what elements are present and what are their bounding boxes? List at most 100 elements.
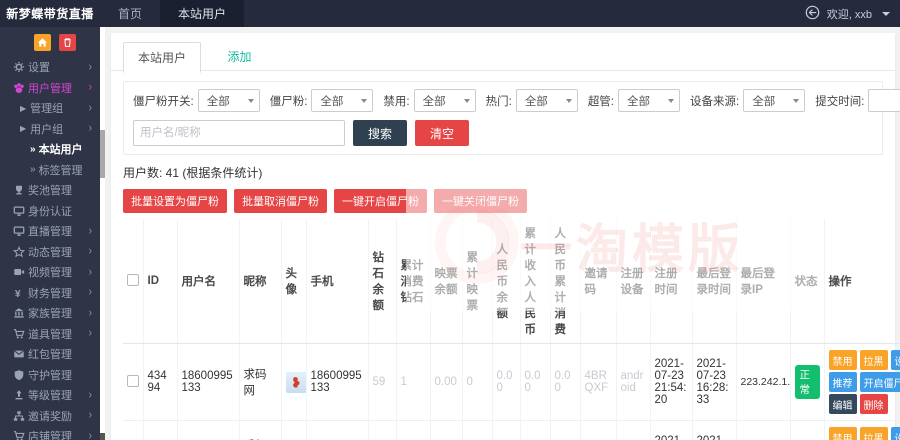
select-all-checkbox[interactable] xyxy=(127,274,139,286)
chevron-right-icon: › xyxy=(89,286,92,299)
clear-button[interactable]: 清空 xyxy=(415,120,469,146)
status-badge: 正常 xyxy=(795,365,820,399)
batch-button-2[interactable]: 一键开启僵尸粉 xyxy=(334,189,427,213)
action-button-开启僵尸粉[interactable]: 开启僵尸粉 xyxy=(860,372,900,392)
cell-ticket_total: 0 xyxy=(462,344,492,421)
cell-rmb_spent: 0.00 xyxy=(550,344,580,421)
sidebar-item-奖池管理[interactable]: 奖池管理 xyxy=(0,180,100,201)
filter-label-1: 僵尸粉: xyxy=(270,93,308,109)
filter-select-1[interactable]: 全部 xyxy=(311,89,373,112)
cell-diamond: 10 xyxy=(368,421,396,440)
chevron-right-icon: › xyxy=(89,245,92,258)
action-button-推荐[interactable]: 推荐 xyxy=(829,372,857,392)
cell-actions: 禁用拉黑设置超管取消热门推荐开启僵尸粉设置为僵尸粉编辑删除 xyxy=(824,421,900,440)
sidebar-item-label: 道具管理 xyxy=(28,326,89,342)
app-logo: 新梦蝶带货直播 xyxy=(0,0,100,27)
gear-icon xyxy=(13,61,28,73)
col-header-用户名: 用户名 xyxy=(177,219,239,344)
tab-site-users[interactable]: 本站用户 xyxy=(123,42,201,73)
filter-select-3[interactable]: 全部 xyxy=(516,89,578,112)
sidebar-item-视频管理[interactable]: 视频管理› xyxy=(0,262,100,283)
sidebar-item-动态管理[interactable]: 动态管理› xyxy=(0,242,100,263)
sidebar-item-设置[interactable]: 设置› xyxy=(0,57,100,78)
sidebar-item-等级管理[interactable]: 等级管理› xyxy=(0,385,100,406)
action-button-设置超管[interactable]: 设置超管 xyxy=(891,427,900,440)
filter-label-5: 设备来源: xyxy=(690,93,739,109)
action-button-删除[interactable]: 删除 xyxy=(860,394,888,414)
sidebar-item-家族管理[interactable]: 家族管理› xyxy=(0,303,100,324)
action-button-禁用[interactable]: 禁用 xyxy=(829,427,857,440)
search-button[interactable]: 搜索 xyxy=(353,120,407,146)
filter-select-2[interactable]: 全部 xyxy=(414,89,476,112)
topbar-user-area[interactable]: 欢迎, xxb xyxy=(805,0,890,27)
shield-icon xyxy=(13,369,28,381)
action-button-编辑[interactable]: 编辑 xyxy=(829,394,857,414)
sidebar-item-邀请奖励[interactable]: 邀请奖励› xyxy=(0,406,100,427)
col-header-ID: ID xyxy=(143,219,177,344)
sidebar-item-财务管理[interactable]: ¥财务管理› xyxy=(0,283,100,304)
sidebar-scrollbar[interactable] xyxy=(100,27,105,440)
sidebar-item-label: 守护管理 xyxy=(28,367,92,383)
time-from-input[interactable] xyxy=(868,89,900,112)
action-line-2: 编辑删除 xyxy=(829,394,900,414)
cart-icon xyxy=(13,328,28,340)
fullscreen-icon[interactable] xyxy=(805,5,820,23)
action-button-拉黑[interactable]: 拉黑 xyxy=(860,350,888,370)
row-checkbox[interactable] xyxy=(127,375,139,387)
cell-login_ip: 223.242.1.115 xyxy=(736,344,790,421)
cell-avatar xyxy=(281,421,306,440)
bank-icon xyxy=(13,307,28,319)
sidebar-item-label: 家族管理 xyxy=(28,305,89,321)
sidebar-item-道具管理[interactable]: 道具管理› xyxy=(0,324,100,345)
username-search-input[interactable] xyxy=(133,120,345,146)
caret-icon: ▶ xyxy=(20,104,26,113)
main-content: 本站用户 添加 僵尸粉开关:全部僵尸粉:全部禁用:全部热门:全部超管:全部设备来… xyxy=(105,27,900,440)
header-checkbox-cell xyxy=(123,219,143,344)
action-button-拉黑[interactable]: 拉黑 xyxy=(860,427,888,440)
action-button-设置超管[interactable]: 设置超管 xyxy=(891,350,900,370)
sidebar-item-用户组[interactable]: ▶用户组› xyxy=(0,119,100,140)
user-count-text: 用户数: 41 (根据条件统计) xyxy=(123,164,883,181)
filter-select-0[interactable]: 全部 xyxy=(198,89,260,112)
sidebar-item-用户管理[interactable]: 用户管理› xyxy=(0,78,100,99)
sidebar-item-管理组[interactable]: ▶管理组› xyxy=(0,98,100,119)
sidebar-item-身份认证[interactable]: 身份认证 xyxy=(0,201,100,222)
filter-select-4[interactable]: 全部 xyxy=(618,89,680,112)
sidebar-item-label: 奖池管理 xyxy=(28,182,92,198)
cell-ticket: 0.00 xyxy=(430,344,462,421)
cell-invite_code: 0QCEQ4 xyxy=(580,421,616,440)
batch-button-1[interactable]: 批量取消僵尸粉 xyxy=(234,189,327,213)
filter-select-5[interactable]: 全部 xyxy=(743,89,805,112)
chevron-right-icon: › xyxy=(89,430,92,440)
sidebar-item-直播管理[interactable]: 直播管理› xyxy=(0,221,100,242)
sidebar-item-label: 用户管理 xyxy=(28,80,89,96)
col-header-注册时间: 注册时间 xyxy=(650,219,692,344)
tab-add[interactable]: 添加 xyxy=(227,48,251,65)
row-actions: 禁用拉黑设置超管取消热门推荐开启僵尸粉设置为僵尸粉编辑删除 xyxy=(829,350,900,414)
welcome-text[interactable]: 欢迎, xxb xyxy=(827,6,872,22)
row-checkbox-cell xyxy=(123,344,143,421)
cell-username: 18600995133 xyxy=(177,344,239,421)
chevron-right-icon: › xyxy=(89,61,92,74)
sidebar-item-店铺管理[interactable]: 店铺管理› xyxy=(0,426,100,440)
cell-reg_time: 2021-06-24 14:02:48 xyxy=(650,421,692,440)
trash-button[interactable] xyxy=(59,34,76,51)
sidebar-item-守护管理[interactable]: 守护管理 xyxy=(0,365,100,386)
table-body: 4349418600995133求码网186009951335910.0000.… xyxy=(123,344,900,440)
cell-diamond_spent: 1 xyxy=(396,344,430,421)
sidebar-item-红包管理[interactable]: 红包管理 xyxy=(0,344,100,365)
topbar-tab-首页[interactable]: 首页 xyxy=(100,0,160,27)
sidebar-item-本站用户[interactable]: »本站用户 xyxy=(0,139,100,160)
trophy-icon xyxy=(13,184,28,196)
scrollbar-thumb[interactable] xyxy=(100,130,105,178)
sidebar-item-label: 财务管理 xyxy=(28,285,89,301)
row-checkbox-cell xyxy=(123,421,143,440)
paw-icon xyxy=(13,82,28,94)
topbar-tab-本站用户[interactable]: 本站用户 xyxy=(160,0,244,27)
batch-button-3[interactable]: 一键关闭僵尸粉 xyxy=(434,189,527,213)
sidebar-item-标签管理[interactable]: »标签管理 xyxy=(0,160,100,181)
action-button-禁用[interactable]: 禁用 xyxy=(829,350,857,370)
scrollbar-arrow[interactable] xyxy=(100,433,105,440)
home-button[interactable] xyxy=(34,34,51,51)
batch-button-0[interactable]: 批量设置为僵尸粉 xyxy=(123,189,227,213)
